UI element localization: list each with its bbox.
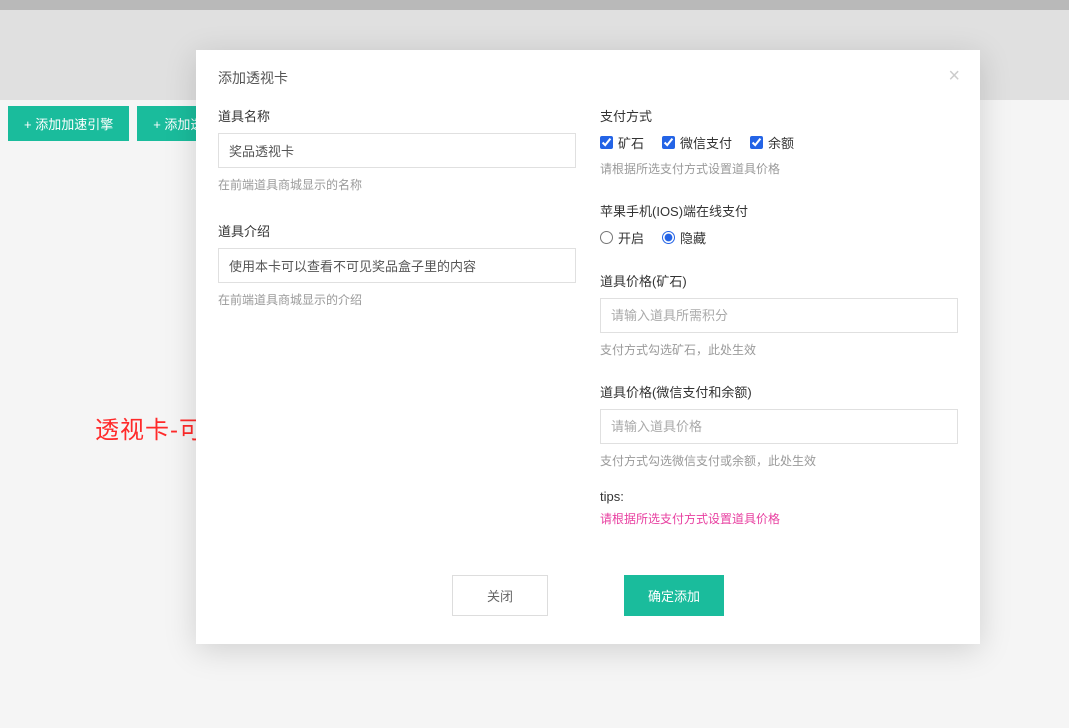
price-wx-input[interactable] [600, 409, 958, 444]
payment-wechat-checkbox[interactable] [662, 136, 675, 149]
form-group-ios: 苹果手机(IOS)端在线支付 开启 隐藏 [600, 201, 958, 247]
modal-body: 道具名称 在前端道具商城显示的名称 道具介绍 在前端道具商城显示的介绍 支付方式 [196, 102, 980, 565]
payment-checks: 矿石 微信支付 余额 [600, 133, 958, 152]
intro-label: 道具介绍 [218, 221, 576, 240]
price-ore-helper: 支付方式勾选矿石，此处生效 [600, 341, 958, 358]
price-wx-helper: 支付方式勾选微信支付或余额，此处生效 [600, 452, 958, 469]
modal-overlay: 添加透视卡 × 道具名称 在前端道具商城显示的名称 道具介绍 在前端道具商城显示… [0, 0, 1069, 728]
name-input[interactable] [218, 133, 576, 168]
modal-footer: 关闭 确定添加 [196, 565, 980, 644]
modal-right-column: 支付方式 矿石 微信支付 余额 [600, 106, 958, 545]
modal: 添加透视卡 × 道具名称 在前端道具商城显示的名称 道具介绍 在前端道具商城显示… [196, 50, 980, 644]
ios-hide-input[interactable] [662, 231, 675, 244]
payment-ore-label: 矿石 [618, 133, 644, 152]
ios-open-label: 开启 [618, 228, 644, 247]
price-ore-label: 道具价格(矿石) [600, 271, 958, 290]
ios-hide-label: 隐藏 [680, 228, 706, 247]
modal-left-column: 道具名称 在前端道具商城显示的名称 道具介绍 在前端道具商城显示的介绍 [218, 106, 576, 545]
payment-helper: 请根据所选支付方式设置道具价格 [600, 160, 958, 177]
price-wx-label: 道具价格(微信支付和余额) [600, 382, 958, 401]
intro-input[interactable] [218, 248, 576, 283]
modal-title: 添加透视卡 [218, 70, 288, 86]
form-group-name: 道具名称 在前端道具商城显示的名称 [218, 106, 576, 193]
payment-ore-check[interactable]: 矿石 [600, 133, 644, 152]
intro-helper: 在前端道具商城显示的介绍 [218, 291, 576, 308]
payment-balance-label: 余额 [768, 133, 794, 152]
payment-wechat-label: 微信支付 [680, 133, 732, 152]
confirm-button[interactable]: 确定添加 [624, 575, 724, 616]
form-group-payment: 支付方式 矿石 微信支付 余额 [600, 106, 958, 177]
payment-balance-check[interactable]: 余额 [750, 133, 794, 152]
ios-hide-radio[interactable]: 隐藏 [662, 228, 706, 247]
form-group-tips: tips: 请根据所选支付方式设置道具价格 [600, 489, 958, 527]
payment-ore-checkbox[interactable] [600, 136, 613, 149]
price-ore-input[interactable] [600, 298, 958, 333]
payment-label: 支付方式 [600, 106, 958, 125]
form-group-intro: 道具介绍 在前端道具商城显示的介绍 [218, 221, 576, 308]
form-group-price-ore: 道具价格(矿石) 支付方式勾选矿石，此处生效 [600, 271, 958, 358]
name-helper: 在前端道具商城显示的名称 [218, 176, 576, 193]
ios-open-radio[interactable]: 开启 [600, 228, 644, 247]
ios-radios: 开启 隐藏 [600, 228, 958, 247]
payment-wechat-check[interactable]: 微信支付 [662, 133, 732, 152]
name-label: 道具名称 [218, 106, 576, 125]
form-group-price-wx: 道具价格(微信支付和余额) 支付方式勾选微信支付或余额，此处生效 [600, 382, 958, 469]
cancel-button[interactable]: 关闭 [452, 575, 548, 616]
modal-header: 添加透视卡 × [196, 50, 980, 102]
close-icon[interactable]: × [948, 66, 960, 86]
tips-label: tips: [600, 489, 958, 504]
tips-text: 请根据所选支付方式设置道具价格 [600, 510, 958, 527]
ios-open-input[interactable] [600, 231, 613, 244]
payment-balance-checkbox[interactable] [750, 136, 763, 149]
ios-label: 苹果手机(IOS)端在线支付 [600, 201, 958, 220]
